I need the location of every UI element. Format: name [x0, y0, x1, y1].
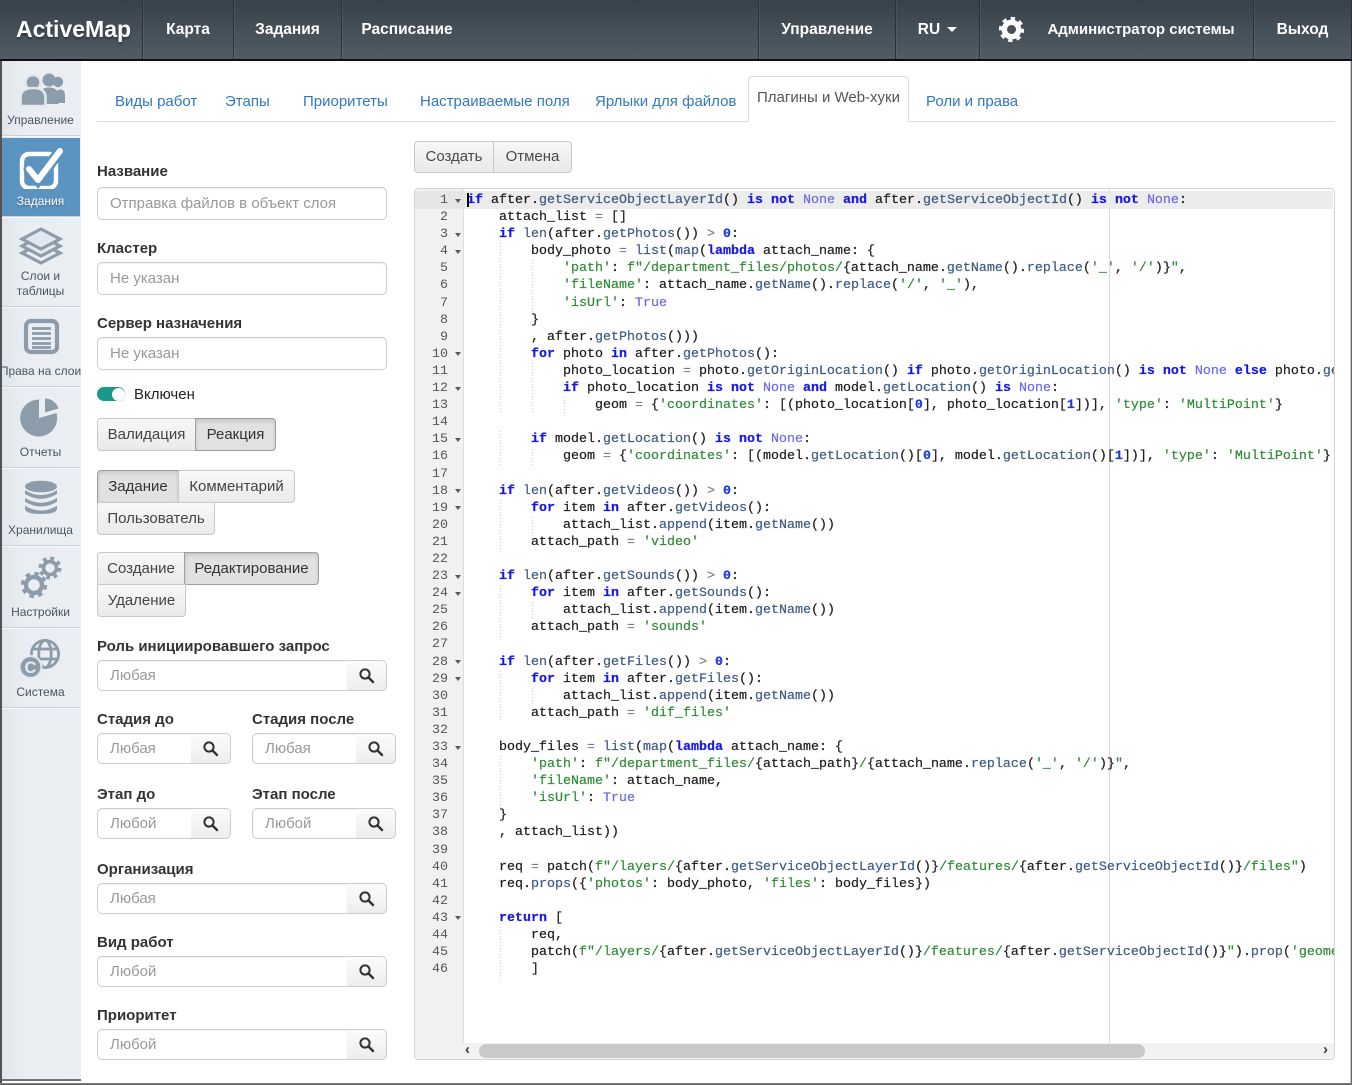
svg-text:C: C: [24, 659, 36, 677]
